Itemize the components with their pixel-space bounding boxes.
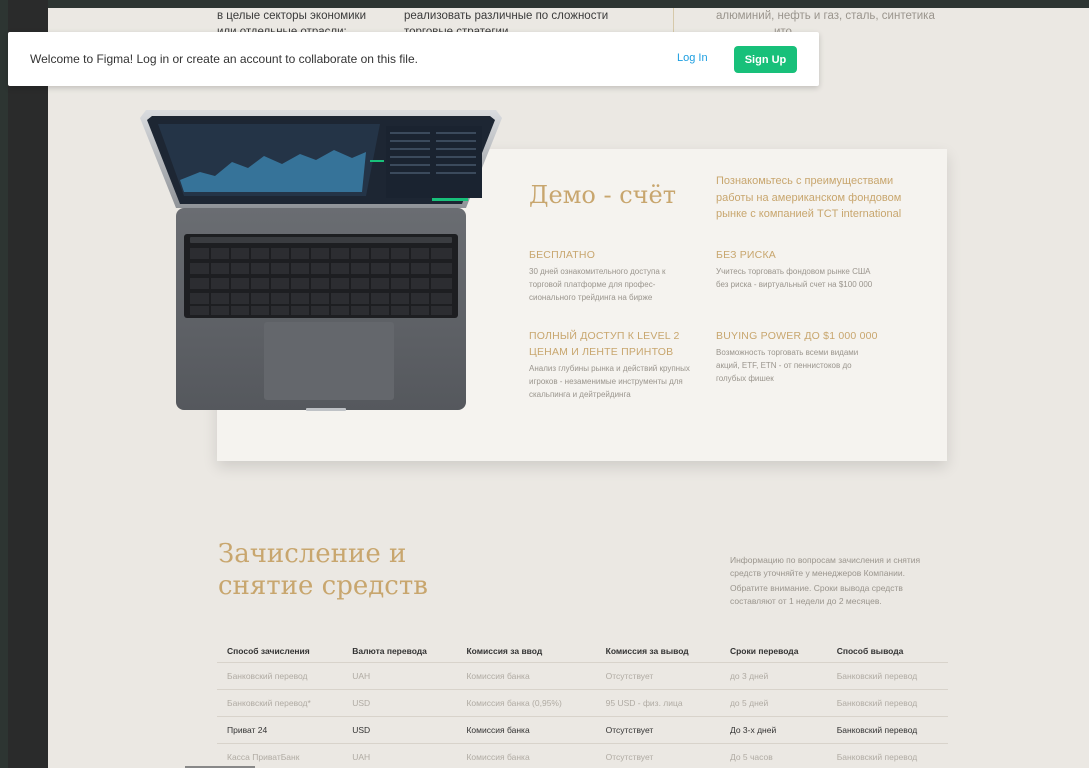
column-header: Способ вывода	[826, 640, 948, 663]
demo-title: Демо - счёт	[529, 181, 676, 209]
column-header: Способ зачисления	[217, 640, 343, 663]
feature-title: ПОЛНЫЙ ДОСТУП К LEVEL 2 ЦЕНАМ И ЛЕНТЕ ПР…	[529, 330, 680, 358]
table-row: Приват 24 USD Комиссия банка Отсутствует…	[217, 716, 948, 744]
feature-buying-power: BUYING POWER ДО $1 000 000 Возможность т…	[716, 328, 881, 385]
table-cell: Банковский перевод	[217, 662, 343, 690]
section-note: Информацию по вопросам зачисления и снят…	[730, 555, 921, 606]
column-header: Валюта перевода	[342, 640, 457, 663]
window-frame	[0, 0, 8, 768]
table-cell: Банковский перевод	[826, 716, 948, 744]
table-cell: Комиссия банка	[456, 716, 596, 744]
transfer-table: Способ зачисления Валюта перевода Комисс…	[217, 640, 948, 768]
table-cell: До 3-х дней	[719, 716, 827, 744]
table-cell: Комиссия банка	[456, 662, 596, 690]
deposit-withdraw-title: Зачисление и снятие средств	[218, 539, 428, 601]
table-row: Касса ПриватБанк UAH Комиссия банка Отсу…	[217, 743, 948, 768]
feature-level2: ПОЛНЫЙ ДОСТУП К LEVEL 2 ЦЕНАМ И ЛЕНТЕ ПР…	[529, 328, 694, 401]
table-cell: до 3 дней	[719, 662, 827, 690]
table-cell: до 5 дней	[719, 689, 827, 717]
column-header: Комиссия за вывод	[595, 640, 720, 663]
feature-desc: Анализ глубины рынка и действий крупных …	[529, 364, 690, 399]
table-cell: USD	[342, 716, 457, 744]
table-cell: Банковский перевод	[826, 689, 948, 717]
left-panel	[8, 0, 48, 768]
table-cell: 95 USD - физ. лица	[595, 689, 720, 717]
table-cell: UAH	[342, 743, 457, 768]
feature-title: БЕЗ РИСКА	[716, 249, 776, 261]
table-row: Банковский перевод* USD Комиссия банка (…	[217, 689, 948, 717]
table-cell: Комиссия банка	[456, 743, 596, 768]
table-header: Способ зачисления Валюта перевода Комисс…	[217, 640, 948, 663]
feature-desc: Учитесь торговать фондовом рынке США без…	[716, 267, 873, 289]
feature-title: БЕСПЛАТНО	[529, 249, 596, 261]
feature-no-risk: БЕЗ РИСКА Учитесь торговать фондовом рын…	[716, 247, 881, 291]
banner-message: Welcome to Figma! Log in or create an ac…	[30, 52, 418, 66]
table-cell: Комиссия банка (0,95%)	[456, 689, 596, 717]
column-header: Комиссия за ввод	[456, 640, 596, 663]
laptop-image	[140, 110, 502, 411]
login-link[interactable]: Log In	[677, 52, 708, 64]
table-cell: Банковский перевод*	[217, 689, 343, 717]
table-cell: Приват 24	[217, 716, 343, 744]
table-cell: USD	[342, 689, 457, 717]
table-cell: Отсутствует	[595, 662, 720, 690]
feature-title: BUYING POWER ДО $1 000 000	[716, 330, 878, 342]
feature-desc: 30 дней ознакомительного доступа к торго…	[529, 267, 666, 302]
figma-canvas[interactable]: в целые секторы экономики или отдельные …	[48, 8, 1089, 768]
table-cell: Отсутствует	[595, 743, 720, 768]
table-cell: UAH	[342, 662, 457, 690]
figma-login-banner: Welcome to Figma! Log in or create an ac…	[8, 32, 819, 86]
table-cell: Отсутствует	[595, 716, 720, 744]
table-cell: Банковский перевод	[826, 662, 948, 690]
column-header: Сроки перевода	[719, 640, 827, 663]
table-cell: Банковский перевод	[826, 743, 948, 768]
table-row: Банковский перевод UAH Комиссия банка От…	[217, 662, 948, 690]
feature-desc: Возможность торговать всеми видами акций…	[716, 348, 859, 383]
signup-button[interactable]: Sign Up	[734, 46, 797, 73]
feature-free: БЕСПЛАТНО 30 дней ознакомительного досту…	[529, 247, 694, 304]
table-cell: Касса ПриватБанк	[217, 743, 343, 768]
table-cell: До 5 часов	[719, 743, 827, 768]
demo-intro: Познакомьтесь с преимуществами работы на…	[716, 175, 902, 220]
